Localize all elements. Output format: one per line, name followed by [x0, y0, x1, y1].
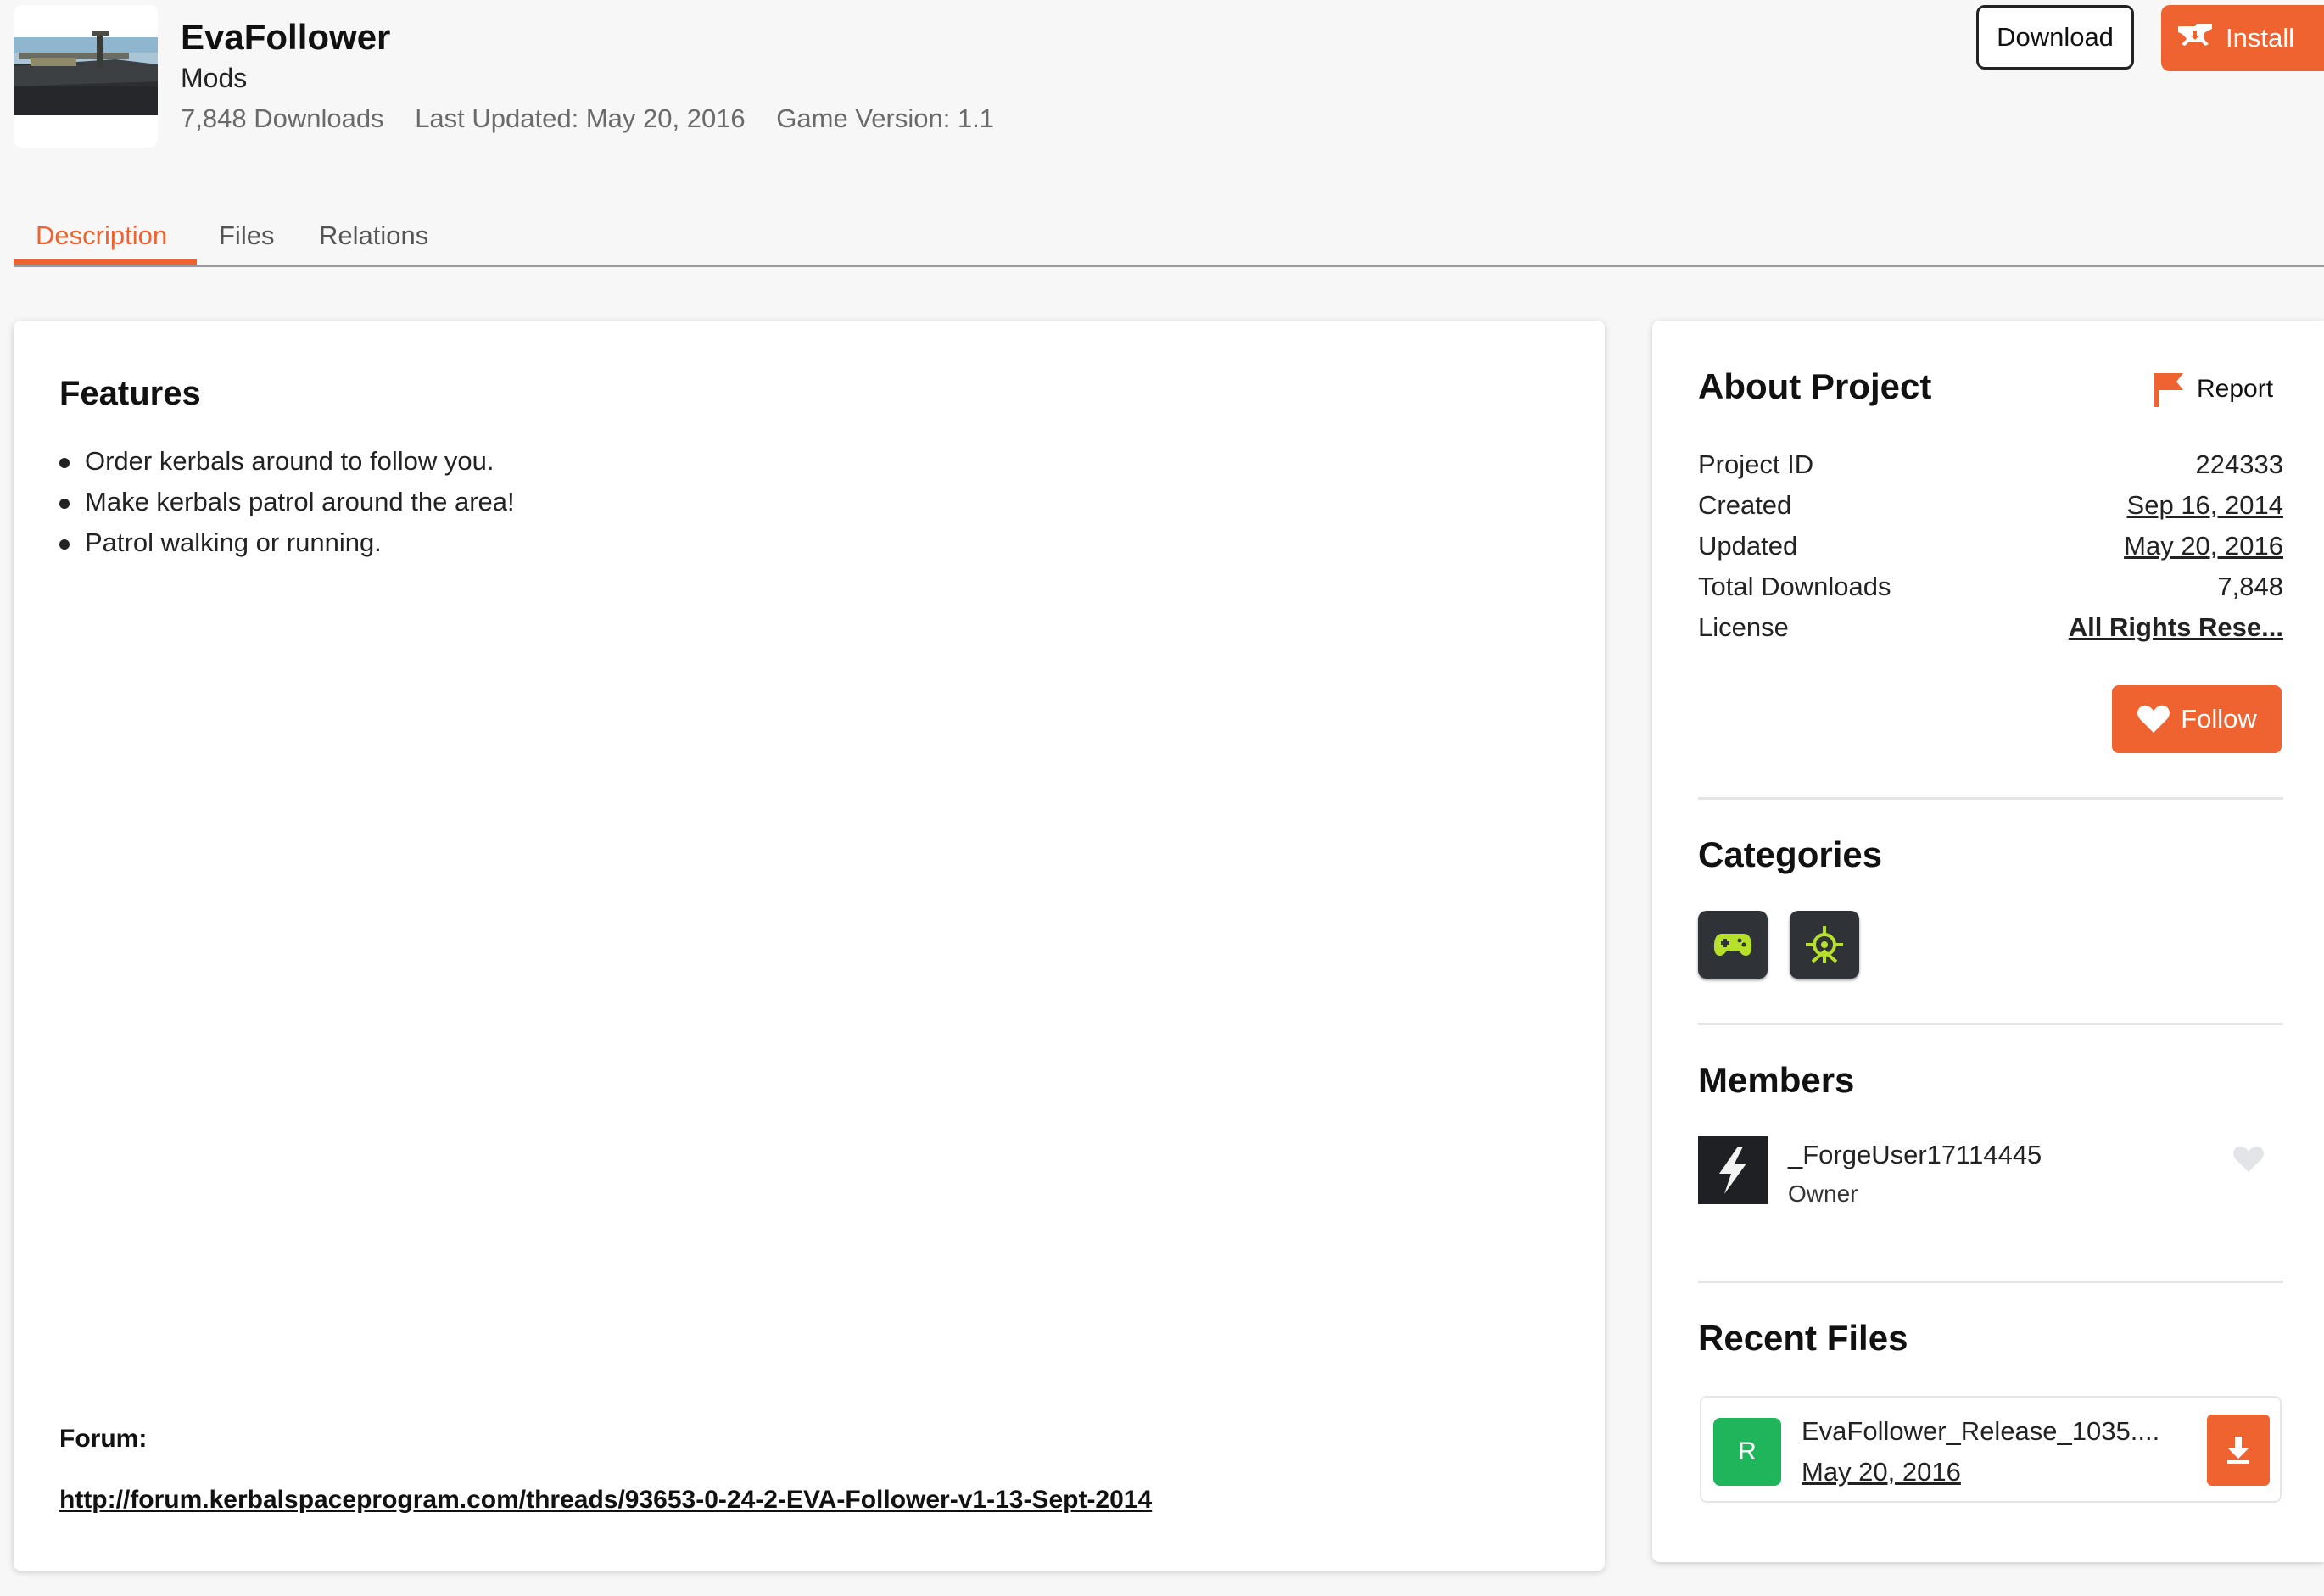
member-avatar[interactable] — [1698, 1136, 1768, 1204]
project-title: EvaFollower — [181, 17, 391, 57]
gameplay-target-icon — [1806, 926, 1843, 963]
file-download-button[interactable] — [2207, 1415, 2270, 1486]
feature-item: Order kerbals around to follow you. — [59, 441, 515, 482]
created-date-link[interactable]: Sep 16, 2014 — [2127, 490, 2283, 521]
flag-icon — [2154, 373, 2183, 407]
project-class[interactable]: Mods — [181, 63, 247, 94]
tab-files[interactable]: Files — [219, 220, 274, 251]
features-heading: Features — [59, 375, 201, 412]
info-label: Total Downloads — [1698, 572, 1891, 601]
info-label: Project ID — [1698, 449, 1814, 479]
info-row-created: Created Sep 16, 2014 — [1698, 490, 2283, 531]
tab-relations[interactable]: Relations — [319, 220, 428, 251]
member-name[interactable]: _ForgeUser17114445 — [1788, 1140, 2042, 1170]
heart-icon — [2233, 1146, 2264, 1173]
report-button[interactable]: Report — [2153, 371, 2273, 407]
project-meta: 7,848 Downloads Last Updated: May 20, 20… — [181, 103, 1018, 134]
category-gameplay[interactable] — [1790, 911, 1859, 979]
project-thumbnail — [14, 5, 158, 148]
forum-label: Forum: — [59, 1425, 148, 1453]
license-link[interactable]: All Rights Rese... — [2069, 612, 2283, 643]
info-row-project-id: Project ID 224333 — [1698, 449, 2283, 490]
tab-description[interactable]: Description — [36, 220, 167, 251]
features-list: Order kerbals around to follow you. Make… — [59, 441, 515, 563]
section-divider — [1698, 1281, 2283, 1283]
about-project-heading: About Project — [1698, 366, 1932, 406]
info-label: License — [1698, 612, 1789, 642]
download-button[interactable]: Download — [1976, 5, 2134, 70]
member-follow-heart[interactable] — [2232, 1145, 2265, 1178]
project-id-value: 224333 — [2195, 449, 2283, 479]
gamepad-icon — [1713, 934, 1752, 956]
heart-icon — [2137, 705, 2170, 733]
curseforge-anvil-icon — [2178, 24, 2212, 46]
info-label: Created — [1698, 490, 1792, 520]
install-button[interactable]: Install — [2161, 5, 2324, 71]
section-divider — [1698, 1023, 2283, 1025]
report-label: Report — [2197, 375, 2274, 403]
file-name[interactable]: EvaFollower_Release_1035.... — [1802, 1416, 2159, 1447]
recent-files-heading: Recent Files — [1698, 1318, 1908, 1358]
feature-item: Patrol walking or running. — [59, 522, 515, 563]
info-label: Updated — [1698, 531, 1798, 561]
active-tab-indicator — [14, 259, 197, 265]
release-type-badge: R — [1713, 1418, 1781, 1486]
follow-label: Follow — [2181, 704, 2257, 734]
install-label: Install — [2226, 23, 2294, 53]
lightning-icon — [1719, 1147, 1746, 1194]
member-role: Owner — [1788, 1180, 1858, 1207]
download-count: 7,848 Downloads — [181, 103, 384, 133]
project-tabs: Description Files Relations — [14, 204, 2324, 267]
project-sidebar: About Project Report Project ID 224333 C… — [1652, 321, 2324, 1562]
categories-heading: Categories — [1698, 834, 1883, 874]
info-row-total-downloads: Total Downloads 7,848 — [1698, 572, 2283, 612]
feature-item: Make kerbals patrol around the area! — [59, 482, 515, 522]
info-row-updated: Updated May 20, 2016 — [1698, 531, 2283, 572]
category-gamepad[interactable] — [1698, 911, 1768, 979]
description-panel: Features Order kerbals around to follow … — [14, 321, 1605, 1571]
follow-button[interactable]: Follow — [2112, 685, 2282, 753]
file-date[interactable]: May 20, 2016 — [1802, 1457, 1961, 1487]
download-arrow-icon — [2227, 1437, 2249, 1464]
updated-date-link[interactable]: May 20, 2016 — [2124, 531, 2283, 561]
forum-link[interactable]: http://forum.kerbalspaceprogram.com/thre… — [59, 1486, 1152, 1515]
total-downloads-value: 7,848 — [2217, 572, 2283, 601]
project-header: EvaFollower Mods 7,848 Downloads Last Up… — [0, 0, 2324, 229]
members-heading: Members — [1698, 1060, 1855, 1100]
game-version: Game Version: 1.1 — [776, 103, 995, 133]
last-updated: Last Updated: May 20, 2016 — [415, 103, 746, 133]
recent-file-item[interactable]: R EvaFollower_Release_1035.... May 20, 2… — [1700, 1396, 2282, 1503]
section-divider — [1698, 797, 2283, 800]
info-row-license: License All Rights Rese... — [1698, 612, 2283, 653]
